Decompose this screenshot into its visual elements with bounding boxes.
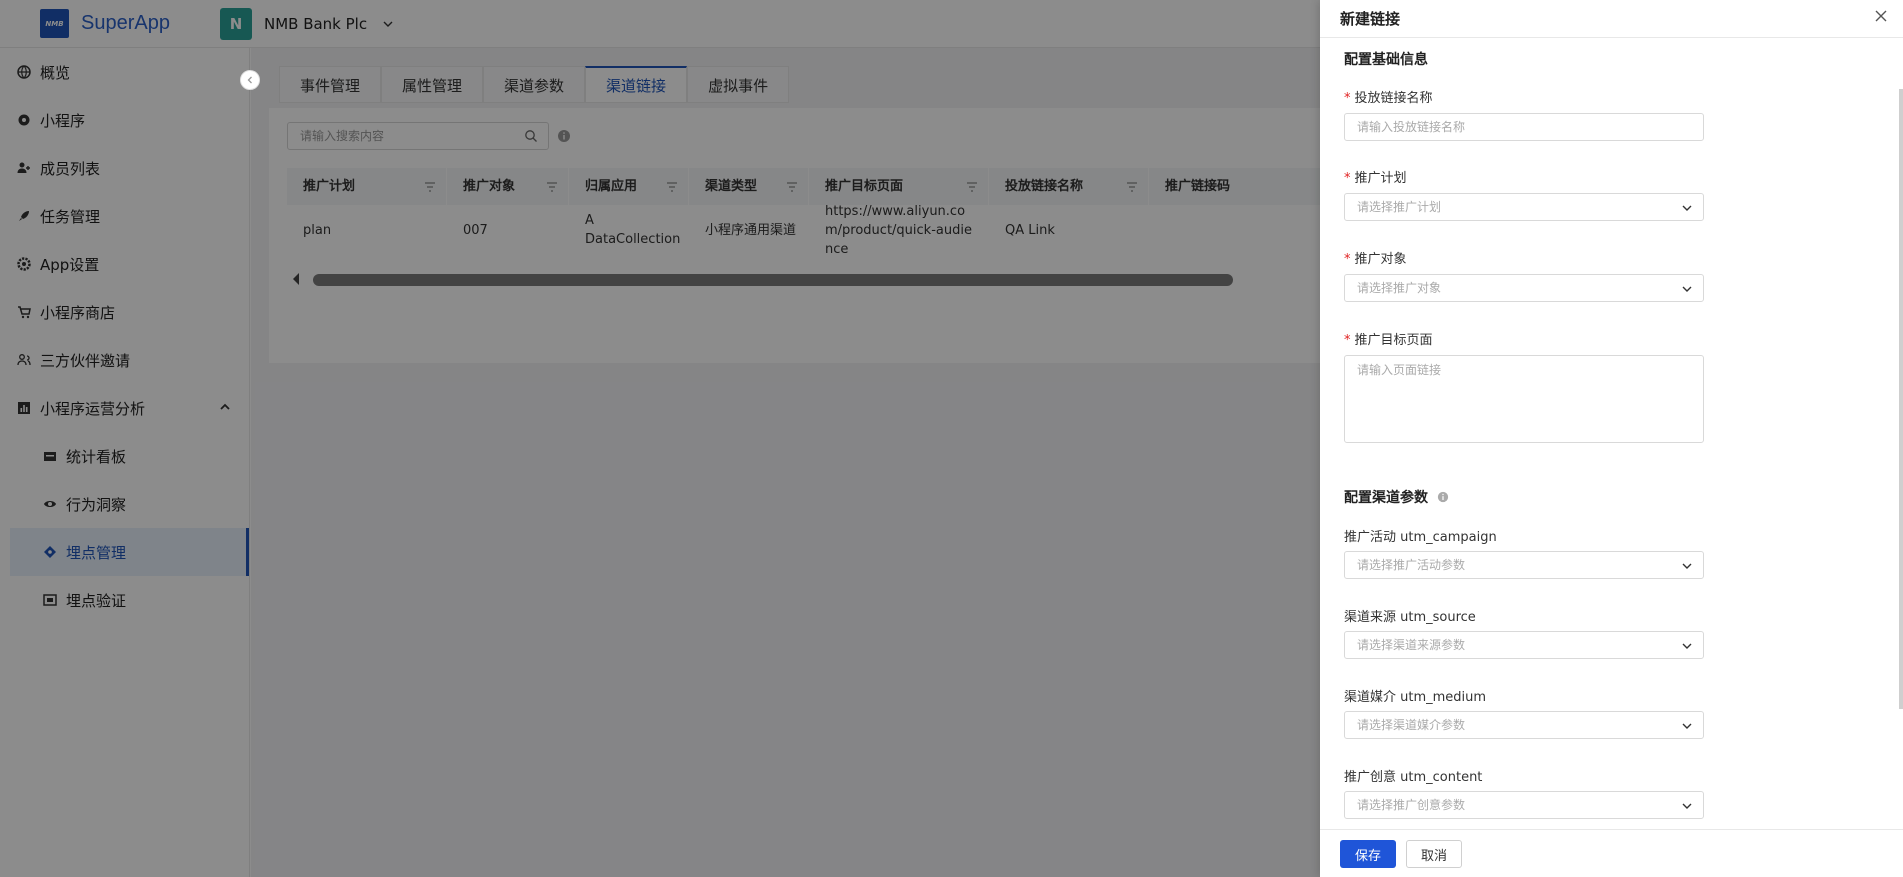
required-mark: *: [1344, 171, 1351, 186]
cancel-button[interactable]: 取消: [1406, 840, 1462, 868]
chevron-down-icon: [1682, 723, 1692, 729]
content-label: 推广创意 utm_content: [1344, 770, 1483, 785]
campaign-label: 推广活动 utm_campaign: [1344, 530, 1497, 545]
plan-label: * 推广计划: [1344, 167, 1407, 186]
field-label: 推广计划: [1354, 171, 1407, 186]
target-select[interactable]: 请选择推广对象: [1344, 274, 1704, 302]
modal-overlay[interactable]: [0, 0, 1320, 877]
chevron-down-icon: [1682, 563, 1692, 569]
required-mark: *: [1344, 333, 1351, 348]
new-link-drawer: 新建链接 配置基础信息 * 投放链接名称 请输入投放链接名称 * 推广计划 请选择推…: [1320, 0, 1903, 877]
app-root: NMB SuperApp N NMB Bank Plc 概览 小程序 成员列表 …: [0, 0, 1903, 877]
vertical-scrollbar[interactable]: [1899, 89, 1903, 709]
select-placeholder: 请选择推广创意参数: [1357, 798, 1466, 812]
info-icon[interactable]: [1437, 491, 1449, 503]
source-label: 渠道来源 utm_source: [1344, 610, 1476, 625]
source-select[interactable]: 请选择渠道来源参数: [1344, 631, 1704, 659]
content-select[interactable]: 请选择推广创意参数: [1344, 791, 1704, 819]
drawer-body: 配置基础信息 * 投放链接名称 请输入投放链接名称 * 推广计划 请选择推广计划 *…: [1320, 39, 1903, 829]
select-placeholder: 请选择渠道媒介参数: [1357, 718, 1466, 732]
plan-select[interactable]: 请选择推广计划: [1344, 193, 1704, 221]
field-label: 投放链接名称: [1354, 91, 1433, 106]
medium-select[interactable]: 请选择渠道媒介参数: [1344, 711, 1704, 739]
close-icon[interactable]: [1873, 8, 1889, 24]
field-label: 推广目标页面: [1354, 333, 1433, 348]
drawer-title: 新建链接: [1340, 10, 1401, 28]
save-button[interactable]: 保存: [1340, 840, 1396, 868]
select-placeholder: 请选择推广活动参数: [1357, 558, 1466, 572]
link-name-label: * 投放链接名称: [1344, 87, 1433, 106]
campaign-select[interactable]: 请选择推广活动参数: [1344, 551, 1704, 579]
link-name-input[interactable]: 请输入投放链接名称: [1344, 113, 1704, 141]
section-channel-title: 配置渠道参数: [1344, 487, 1449, 507]
select-placeholder: 请选择推广计划: [1357, 200, 1442, 214]
section-label: 配置渠道参数: [1344, 490, 1428, 506]
sidebar-collapse-button[interactable]: [240, 70, 260, 90]
page-label: * 推广目标页面: [1344, 329, 1433, 348]
chevron-down-icon: [1682, 205, 1692, 211]
target-label: * 推广对象: [1344, 248, 1407, 267]
chevron-down-icon: [1682, 286, 1692, 292]
required-mark: *: [1344, 91, 1351, 106]
field-label: 推广对象: [1354, 252, 1407, 267]
chevron-left-icon: [247, 76, 252, 84]
chevron-down-icon: [1682, 803, 1692, 809]
drawer-footer: 保存 取消: [1320, 829, 1903, 877]
chevron-down-icon: [1682, 643, 1692, 649]
section-basic-title: 配置基础信息: [1344, 52, 1428, 68]
select-placeholder: 请选择渠道来源参数: [1357, 638, 1466, 652]
required-mark: *: [1344, 252, 1351, 267]
page-textarea[interactable]: 请输入页面链接: [1344, 355, 1704, 443]
drawer-header: 新建链接: [1320, 0, 1903, 38]
medium-label: 渠道媒介 utm_medium: [1344, 690, 1487, 705]
select-placeholder: 请选择推广对象: [1357, 281, 1442, 295]
